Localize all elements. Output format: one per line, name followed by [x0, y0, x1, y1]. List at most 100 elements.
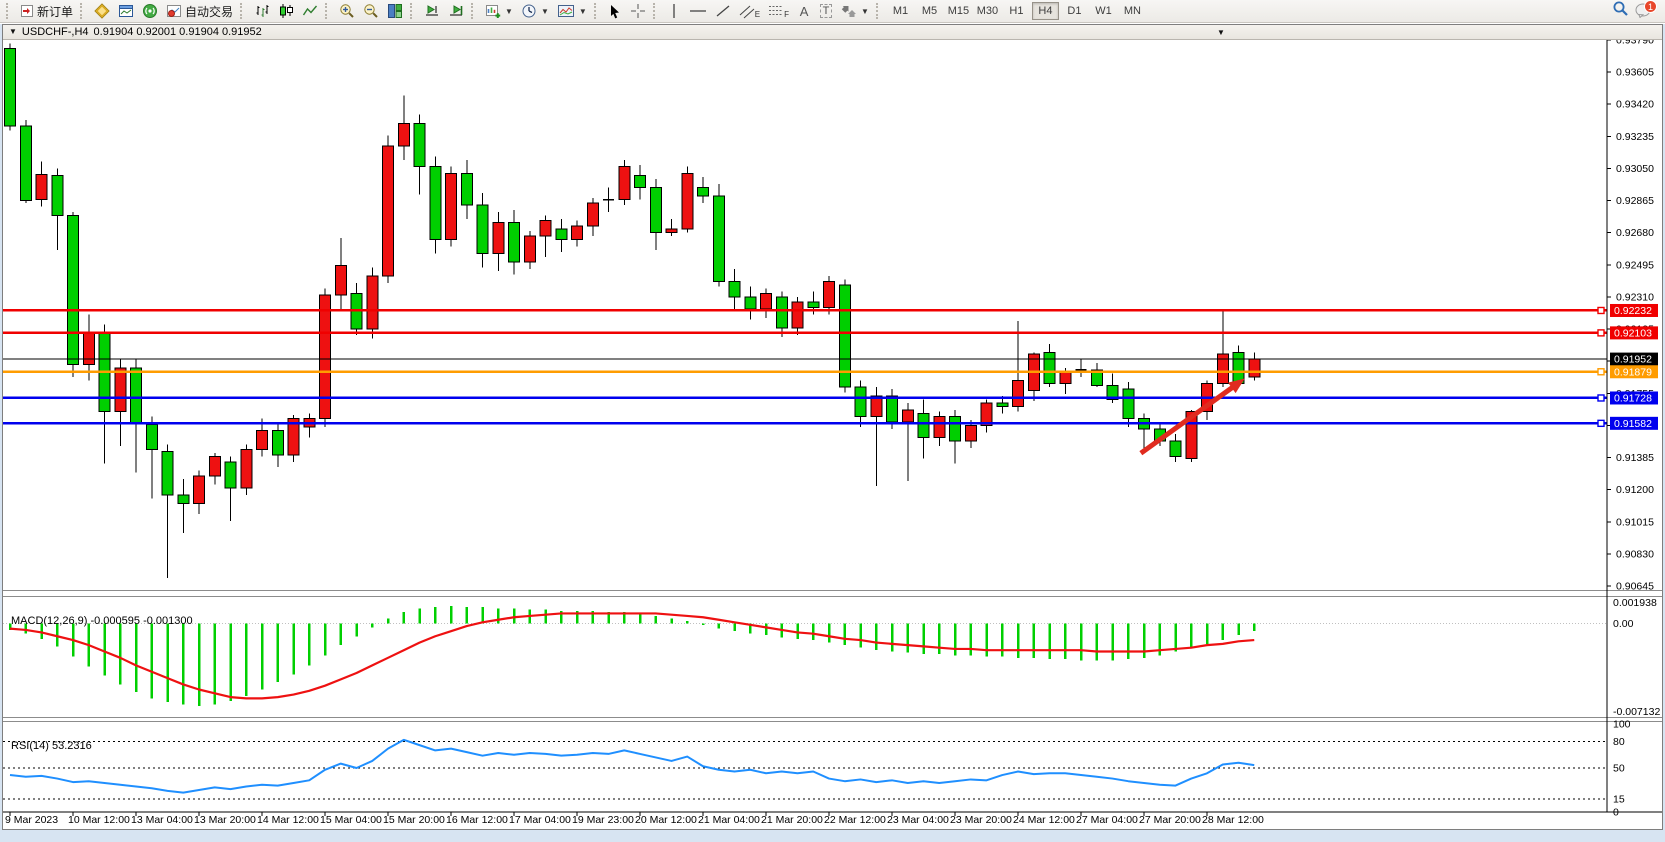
text-tool-letter: A — [800, 4, 809, 19]
auto-scroll-icon — [448, 3, 464, 19]
zoom-out-button[interactable] — [360, 1, 382, 21]
signals-icon — [142, 3, 158, 19]
notification-count-badge: 1 — [1644, 0, 1657, 13]
chart-shift-button[interactable] — [421, 1, 443, 21]
price-tick-label: 0.91200 — [1616, 484, 1654, 496]
notifications-button[interactable]: 1 — [1635, 2, 1655, 20]
price-tick-label: 0.92495 — [1616, 259, 1654, 271]
timeframe-m1[interactable]: M1 — [887, 2, 914, 20]
candle-body — [776, 297, 787, 328]
tile-windows-button[interactable] — [384, 1, 406, 21]
timeframe-mn[interactable]: MN — [1119, 2, 1146, 20]
candle-body — [698, 188, 709, 197]
autotrading-label: 自动交易 — [185, 3, 233, 20]
candle-body — [383, 146, 394, 276]
candlestick-icon — [278, 3, 294, 19]
search-icon[interactable] — [1612, 0, 1629, 22]
collapse-triangle-icon[interactable]: ▼ — [9, 28, 17, 36]
time-tick-label: 15 Mar 20:00 — [383, 814, 445, 826]
candle-body — [241, 450, 252, 488]
auto-scroll-button[interactable] — [445, 1, 467, 21]
line-chart-mode-button[interactable] — [299, 1, 321, 21]
bar-chart-icon — [254, 3, 270, 19]
text-tool-button[interactable]: A — [794, 1, 814, 21]
chart-canvas[interactable]: 0.937900.936050.934200.932350.930500.928… — [3, 40, 1662, 829]
candlestick-mode-button[interactable] — [275, 1, 297, 21]
price-tick-label: 0.93050 — [1616, 163, 1654, 175]
price-badge-label: 0.92232 — [1614, 305, 1652, 317]
candle-body — [115, 368, 126, 411]
time-tick-label: 28 Mar 12:00 — [1202, 814, 1264, 826]
timeframe-d1[interactable]: D1 — [1061, 2, 1088, 20]
time-tick-label: 19 Mar 23:00 — [572, 814, 634, 826]
candle-body — [414, 123, 425, 166]
candle-body — [981, 403, 992, 426]
candle-body — [477, 205, 488, 254]
fibonacci-tool-button[interactable]: F — [765, 1, 792, 21]
candle-body — [824, 281, 835, 307]
new-order-icon — [20, 4, 34, 18]
price-tick-label: 0.93235 — [1616, 131, 1654, 143]
new-order-label: 新订单 — [37, 3, 73, 20]
candle-body — [131, 368, 142, 424]
price-tick-label: 0.91385 — [1616, 452, 1654, 464]
rsi-axis-label: 80 — [1613, 736, 1625, 748]
candle-body — [572, 226, 583, 240]
new-chart-dropdown[interactable]: ▼ — [482, 1, 516, 21]
candle-body — [430, 167, 441, 240]
timeframe-w1[interactable]: W1 — [1090, 2, 1117, 20]
timeframe-h4[interactable]: H4 — [1032, 2, 1059, 20]
periods-dropdown[interactable]: ▼ — [518, 1, 552, 21]
templates-dropdown[interactable]: ▼ — [554, 1, 590, 21]
zoom-in-button[interactable] — [336, 1, 358, 21]
candle-body — [146, 425, 157, 450]
chart-menu-triangle-icon[interactable]: ▼ — [1217, 28, 1225, 37]
zoom-in-icon — [339, 3, 355, 19]
candle-body — [1170, 441, 1181, 457]
label-tool-button[interactable]: T — [816, 1, 836, 21]
vertical-line-tool-button[interactable] — [664, 1, 684, 21]
horizontal-line-tool-button[interactable] — [686, 1, 710, 21]
time-tick-label: 20 Mar 12:00 — [635, 814, 697, 826]
rsi-axis-label: 15 — [1613, 793, 1625, 805]
candle-body — [808, 302, 819, 307]
candle-body — [68, 215, 79, 364]
candle-body — [178, 495, 189, 504]
trendline-tool-button[interactable] — [712, 1, 734, 21]
timeframe-m15[interactable]: M15 — [945, 2, 972, 20]
candle-body — [509, 222, 520, 262]
toolbar-grip — [325, 3, 330, 19]
price-badge-label: 0.91952 — [1614, 354, 1652, 366]
candle-body — [225, 462, 236, 488]
time-tick-label: 14 Mar 12:00 — [257, 814, 319, 826]
timeframe-h1[interactable]: H1 — [1003, 2, 1030, 20]
macd-axis-label: -0.007132 — [1613, 706, 1660, 718]
autotrading-icon — [166, 3, 182, 19]
timeframe-m30[interactable]: M30 — [974, 2, 1001, 20]
candle-body — [398, 123, 409, 146]
level-line-handle — [1598, 420, 1604, 426]
candle-body — [540, 221, 551, 237]
signals-button[interactable] — [139, 1, 161, 21]
time-tick-label: 23 Mar 20:00 — [950, 814, 1012, 826]
price-badge-label: 0.92103 — [1614, 327, 1652, 339]
candle-body — [650, 188, 661, 233]
candle-body — [1249, 359, 1260, 377]
new-order-button[interactable]: 新订单 — [17, 1, 76, 21]
bar-chart-mode-button[interactable] — [251, 1, 273, 21]
chevron-down-icon: ▼ — [861, 7, 869, 16]
cursor-icon — [608, 4, 622, 19]
metaeditor-button[interactable] — [91, 1, 113, 21]
channel-tool-button[interactable]: E — [736, 1, 763, 21]
open-chart-window-button[interactable] — [115, 1, 137, 21]
autotrading-button[interactable]: 自动交易 — [163, 1, 236, 21]
candle-body — [524, 236, 535, 262]
shapes-dropdown[interactable]: ▼ — [838, 1, 872, 21]
crosshair-icon — [630, 3, 646, 19]
chevron-down-icon: ▼ — [579, 7, 587, 16]
crosshair-tool-button[interactable] — [627, 1, 649, 21]
cursor-tool-button[interactable] — [605, 1, 625, 21]
timeframe-m5[interactable]: M5 — [916, 2, 943, 20]
candle-body — [162, 451, 173, 494]
toolbar-grip — [876, 3, 881, 19]
